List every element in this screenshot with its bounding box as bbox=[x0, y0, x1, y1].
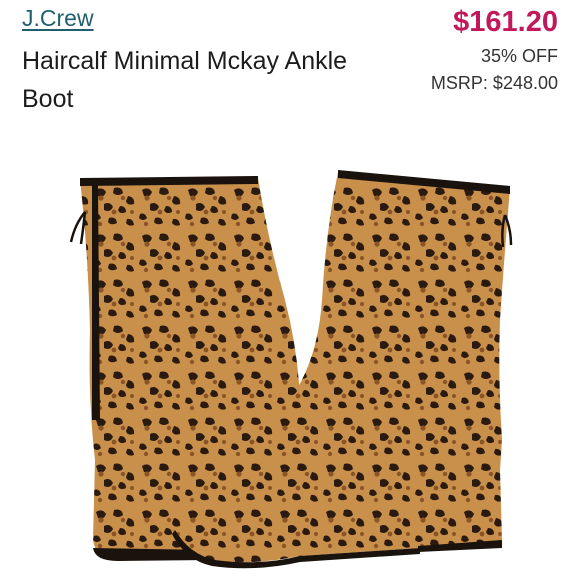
product-image[interactable] bbox=[0, 150, 580, 580]
price-block: $161.20 35% OFF MSRP: $248.00 bbox=[431, 4, 558, 96]
msrp-label: MSRP: $248.00 bbox=[430, 73, 558, 93]
product-title: Haircalf Minimal Mckay Ankle Boot bbox=[22, 47, 348, 113]
discount-label: 35% OFF bbox=[480, 46, 558, 66]
brand-link[interactable]: J.Crew bbox=[22, 5, 94, 32]
sale-price: $161.20 bbox=[453, 6, 558, 38]
